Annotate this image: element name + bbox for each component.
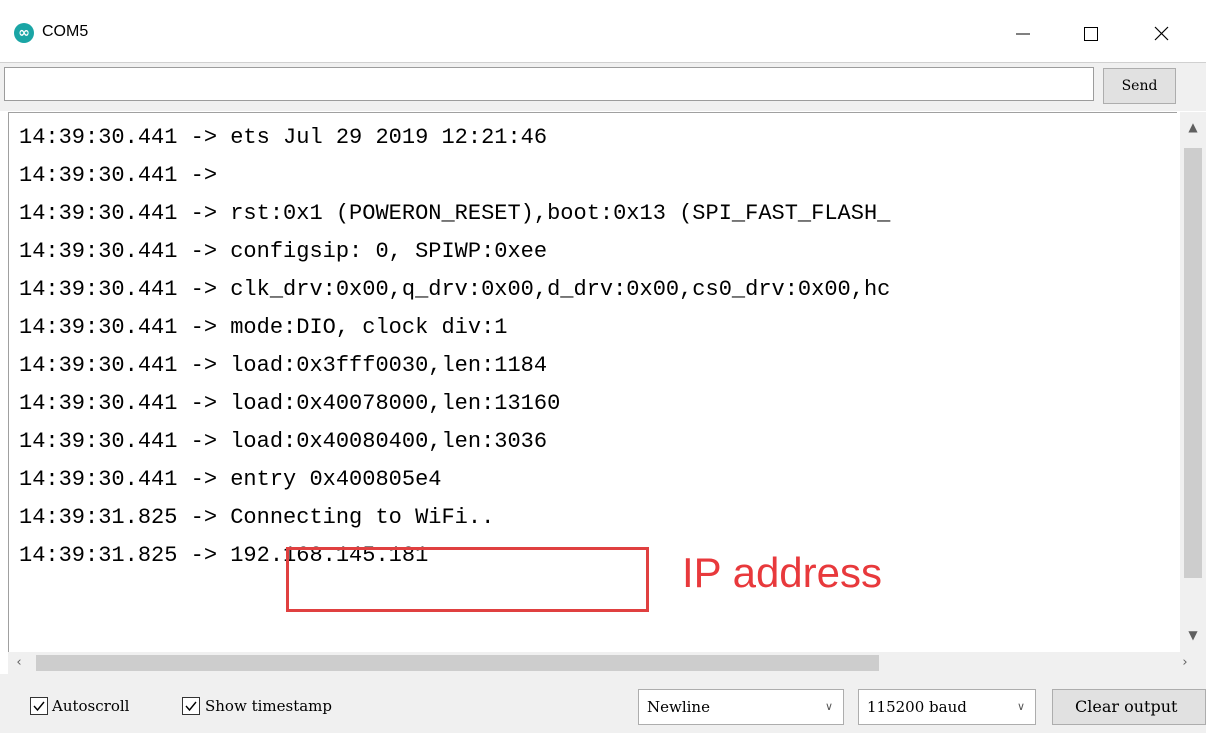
serial-line: 14:39:31.825 -> Connecting to WiFi.. [19, 505, 495, 530]
send-button[interactable]: Send [1103, 68, 1176, 104]
horizontal-scroll-thumb[interactable] [36, 655, 879, 671]
line-ending-value: Newline [647, 698, 710, 716]
autoscroll-checkbox[interactable] [30, 697, 48, 715]
chevron-down-icon: ∨ [1016, 700, 1025, 713]
serial-line: 14:39:30.441 -> clk_drv:0x00,q_drv:0x00,… [19, 277, 891, 302]
horizontal-scrollbar[interactable]: ‹ › [8, 652, 1206, 674]
scroll-right-icon[interactable]: › [1174, 652, 1196, 674]
send-row: Send [0, 62, 1206, 111]
scroll-down-icon[interactable]: ▼ [1180, 624, 1206, 646]
minimize-icon [1016, 33, 1030, 35]
close-button[interactable] [1139, 14, 1185, 54]
serial-line: 14:39:30.441 -> [19, 163, 231, 188]
serial-line: 14:39:30.441 -> entry 0x400805e4 [19, 467, 442, 492]
show-timestamp-label: Show timestamp [205, 697, 332, 715]
serial-line: 14:39:30.441 -> load:0x40080400,len:3036 [19, 429, 548, 454]
window-title: COM5 [42, 23, 89, 40]
serial-line: 14:39:30.441 -> load:0x40078000,len:1316… [19, 391, 561, 416]
serial-line: 14:39:30.441 -> ets Jul 29 2019 12:21:46 [19, 125, 548, 150]
serial-line: 14:39:30.441 -> rst:0x1 (POWERON_RESET),… [19, 201, 891, 226]
serial-line: 14:39:30.441 -> mode:DIO, clock div:1 [19, 315, 508, 340]
arduino-infinity-icon: ∞ [14, 23, 34, 43]
serial-monitor-window: ∞ COM5 Send 14:39:30.441 -> ets Jul 29 2… [0, 0, 1206, 733]
checkmark-icon [185, 701, 197, 712]
ip-address-annotation: IP address [682, 549, 883, 596]
serial-line: 14:39:30.441 -> configsip: 0, SPIWP:0xee [19, 239, 548, 264]
maximize-button[interactable] [1068, 14, 1114, 54]
show-timestamp-checkbox[interactable] [182, 697, 200, 715]
checkmark-icon [33, 701, 45, 712]
chevron-down-icon: ∨ [824, 700, 833, 713]
baud-rate-select[interactable]: 115200 baud ∨ [858, 689, 1036, 725]
minimize-button[interactable] [1000, 14, 1046, 54]
clear-output-button[interactable]: Clear output [1052, 689, 1206, 725]
serial-line: 14:39:30.441 -> load:0x3fff0030,len:1184 [19, 353, 548, 378]
title-bar: ∞ COM5 [0, 0, 1206, 62]
maximize-icon [1084, 27, 1098, 41]
vertical-scroll-thumb[interactable] [1184, 148, 1202, 578]
status-bar: Autoscroll Show timestamp Newline ∨ 1152… [0, 674, 1206, 733]
close-icon [1154, 26, 1169, 41]
line-ending-select[interactable]: Newline ∨ [638, 689, 844, 725]
scroll-left-icon[interactable]: ‹ [8, 652, 30, 674]
ip-highlight-box [286, 547, 649, 612]
baud-rate-value: 115200 baud [867, 698, 967, 716]
scroll-up-icon[interactable]: ▲ [1180, 116, 1206, 138]
autoscroll-label: Autoscroll [52, 697, 130, 715]
serial-input[interactable] [4, 67, 1094, 101]
vertical-scrollbar[interactable]: ▲ ▼ [1180, 112, 1206, 652]
